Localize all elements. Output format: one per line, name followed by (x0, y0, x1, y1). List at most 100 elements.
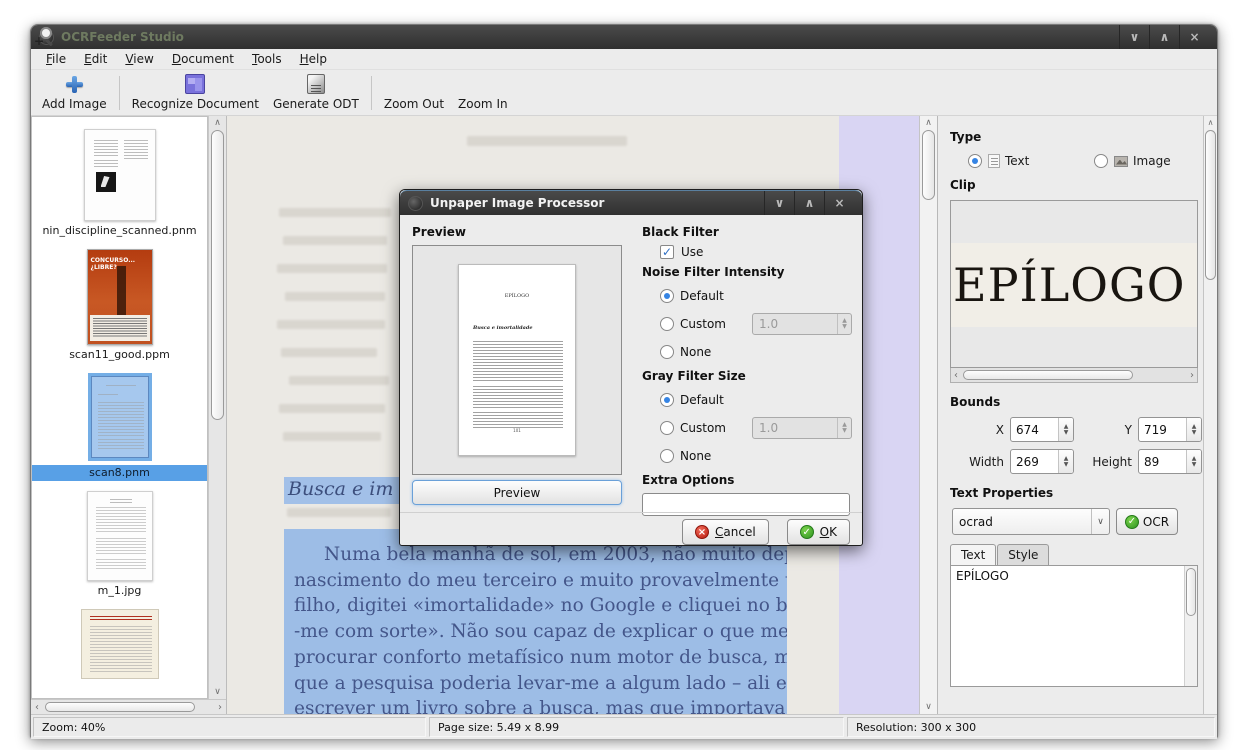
type-image-radio[interactable]: Image (1094, 154, 1171, 168)
menu-file[interactable]: File (37, 50, 75, 68)
spinner-arrows-icon: ▲▼ (837, 314, 851, 334)
list-item[interactable] (32, 609, 207, 679)
type-heading: Type (950, 130, 1195, 144)
add-image-button[interactable]: Add Image (35, 71, 114, 112)
pages-sidebar: nin_discipline_scanned.pnm CONCURSO... ¿… (31, 116, 227, 714)
toolbar-separator (371, 76, 372, 110)
text-type-icon (988, 154, 1000, 168)
ocr-engine-select[interactable]: ocrad ∨ (952, 508, 1110, 535)
sidebar-horizontal-scrollbar[interactable]: ‹ › (31, 699, 226, 714)
minimize-icon[interactable]: ∨ (764, 191, 794, 215)
canvas-vertical-scrollbar[interactable]: ∧ ∨ (919, 116, 937, 714)
scroll-down-icon[interactable]: ∨ (920, 702, 937, 712)
list-item[interactable]: CONCURSO... ¿LIBRE? scan11_good.ppm (32, 249, 207, 361)
properties-panel: Type Text Image Clip (937, 116, 1217, 714)
preview-button[interactable]: Preview (412, 480, 622, 505)
close-icon[interactable]: × (1179, 25, 1209, 49)
width-spinbox[interactable]: 269 ▲▼ (1010, 449, 1074, 474)
clip-horizontal-scrollbar[interactable]: ‹ › (950, 368, 1198, 383)
scroll-right-icon[interactable]: › (1190, 368, 1194, 382)
gray-default-radio[interactable]: Default (660, 389, 852, 411)
use-checkbox-row[interactable]: ✓ Use (660, 245, 852, 259)
ocr-region-heading[interactable]: Busca e im (284, 477, 404, 504)
spinner-arrows-icon[interactable]: ▲▼ (1186, 418, 1201, 441)
menu-tools[interactable]: Tools (243, 50, 291, 68)
clip-text-image: EPÍLOGO (951, 258, 1185, 312)
scrollbar-thumb[interactable] (1186, 568, 1196, 616)
scrollbar-thumb[interactable] (211, 130, 224, 420)
panel-vertical-scrollbar[interactable]: ∧ (1203, 116, 1217, 714)
menu-document[interactable]: Document (163, 50, 243, 68)
tab-text[interactable]: Text (950, 544, 996, 566)
chevron-down-icon: ∨ (1091, 509, 1109, 534)
recognize-document-icon (183, 72, 207, 96)
scroll-up-icon[interactable]: ∧ (209, 118, 226, 128)
sidebar-vertical-scrollbar[interactable]: ∧ ∨ (208, 116, 226, 699)
list-item[interactable]: m_1.jpg (32, 491, 207, 597)
list-item-selected[interactable]: scan8.pnm (32, 373, 207, 481)
document-text-line: filho, digitei «imortalidade» no Google … (294, 593, 787, 619)
scroll-left-icon[interactable]: ‹ (35, 700, 39, 714)
type-text-radio[interactable]: Text (968, 154, 1076, 168)
black-filter-heading: Black Filter (642, 225, 852, 239)
recognized-text-area[interactable]: EPÍLOGO (951, 566, 1184, 686)
scrollbar-thumb[interactable] (922, 130, 935, 200)
checkbox-checked-icon[interactable]: ✓ (660, 245, 674, 259)
list-item[interactable]: nin_discipline_scanned.pnm (32, 129, 207, 237)
width-label: Width (956, 455, 1004, 469)
zoom-out-button[interactable]: − Zoom Out (377, 95, 451, 112)
spinner-arrows-icon[interactable]: ▲▼ (1186, 450, 1201, 473)
minimize-icon[interactable]: ∨ (1119, 25, 1149, 49)
y-label: Y (1080, 423, 1132, 437)
ocr-button[interactable]: ✓ OCR (1116, 508, 1178, 535)
ocr-region-paragraph[interactable]: Numa bela manhã de sol, em 2003, não mui… (284, 529, 787, 714)
generate-odt-button[interactable]: Generate ODT (266, 71, 366, 112)
scroll-left-icon[interactable]: ‹ (954, 368, 958, 382)
close-icon[interactable]: × (824, 191, 854, 215)
maximize-icon[interactable]: ∧ (1149, 25, 1179, 49)
resolution-status: Resolution: 300 x 300 (847, 717, 1215, 737)
scrollbar-thumb[interactable] (1205, 130, 1216, 280)
cancel-button[interactable]: × Cancel (682, 519, 769, 545)
height-label: Height (1080, 455, 1132, 469)
noise-default-radio[interactable]: Default (660, 285, 852, 307)
document-text-line: nascimento do meu terceiro e muito prova… (294, 568, 787, 594)
preview-frame: EPÍLOGO Busca e imortalidade 101 (412, 245, 622, 475)
noise-none-radio[interactable]: None (660, 341, 852, 363)
scroll-up-icon[interactable]: ∧ (1204, 118, 1217, 127)
gray-none-radio[interactable]: None (660, 445, 852, 467)
tab-style[interactable]: Style (997, 544, 1049, 565)
thumbnail-list: nin_discipline_scanned.pnm CONCURSO... ¿… (31, 116, 208, 699)
height-spinbox[interactable]: 89 ▲▼ (1138, 449, 1202, 474)
gray-custom-radio[interactable]: Custom 1.0 ▲▼ (660, 417, 852, 439)
ok-button[interactable]: ✓ OK (787, 519, 850, 545)
ok-icon: ✓ (800, 525, 814, 539)
gray-filter-heading: Gray Filter Size (642, 369, 852, 383)
x-label: X (956, 423, 1004, 437)
cancel-icon: × (695, 525, 709, 539)
scrollbar-thumb[interactable] (963, 370, 1133, 380)
menu-help[interactable]: Help (291, 50, 336, 68)
spinner-arrows-icon[interactable]: ▲▼ (1058, 450, 1073, 473)
y-spinbox[interactable]: 719 ▲▼ (1138, 417, 1202, 442)
document-text-line: que a pesquisa poderia levar-me a algum … (294, 671, 787, 697)
scrollbar-thumb[interactable] (45, 702, 195, 712)
scroll-right-icon[interactable]: › (218, 700, 222, 714)
menu-view[interactable]: View (116, 50, 162, 68)
x-spinbox[interactable]: 674 ▲▼ (1010, 417, 1074, 442)
toolbar-separator (119, 76, 120, 110)
scroll-down-icon[interactable]: ∨ (209, 687, 226, 697)
zoom-in-button[interactable]: + Zoom In (451, 95, 515, 112)
clip-heading: Clip (950, 178, 1195, 192)
textarea-vertical-scrollbar[interactable] (1184, 566, 1197, 686)
maximize-icon[interactable]: ∧ (794, 191, 824, 215)
radio-icon (968, 154, 982, 168)
noise-custom-radio[interactable]: Custom 1.0 ▲▼ (660, 313, 852, 335)
thumbnail-image (84, 129, 156, 221)
spinner-arrows-icon[interactable]: ▲▼ (1058, 418, 1073, 441)
scroll-up-icon[interactable]: ∧ (920, 118, 937, 128)
menu-edit[interactable]: Edit (75, 50, 116, 68)
album-cover-thumb (96, 172, 116, 192)
thumbnail-image (91, 376, 149, 458)
recognize-document-button[interactable]: Recognize Document (125, 71, 266, 112)
